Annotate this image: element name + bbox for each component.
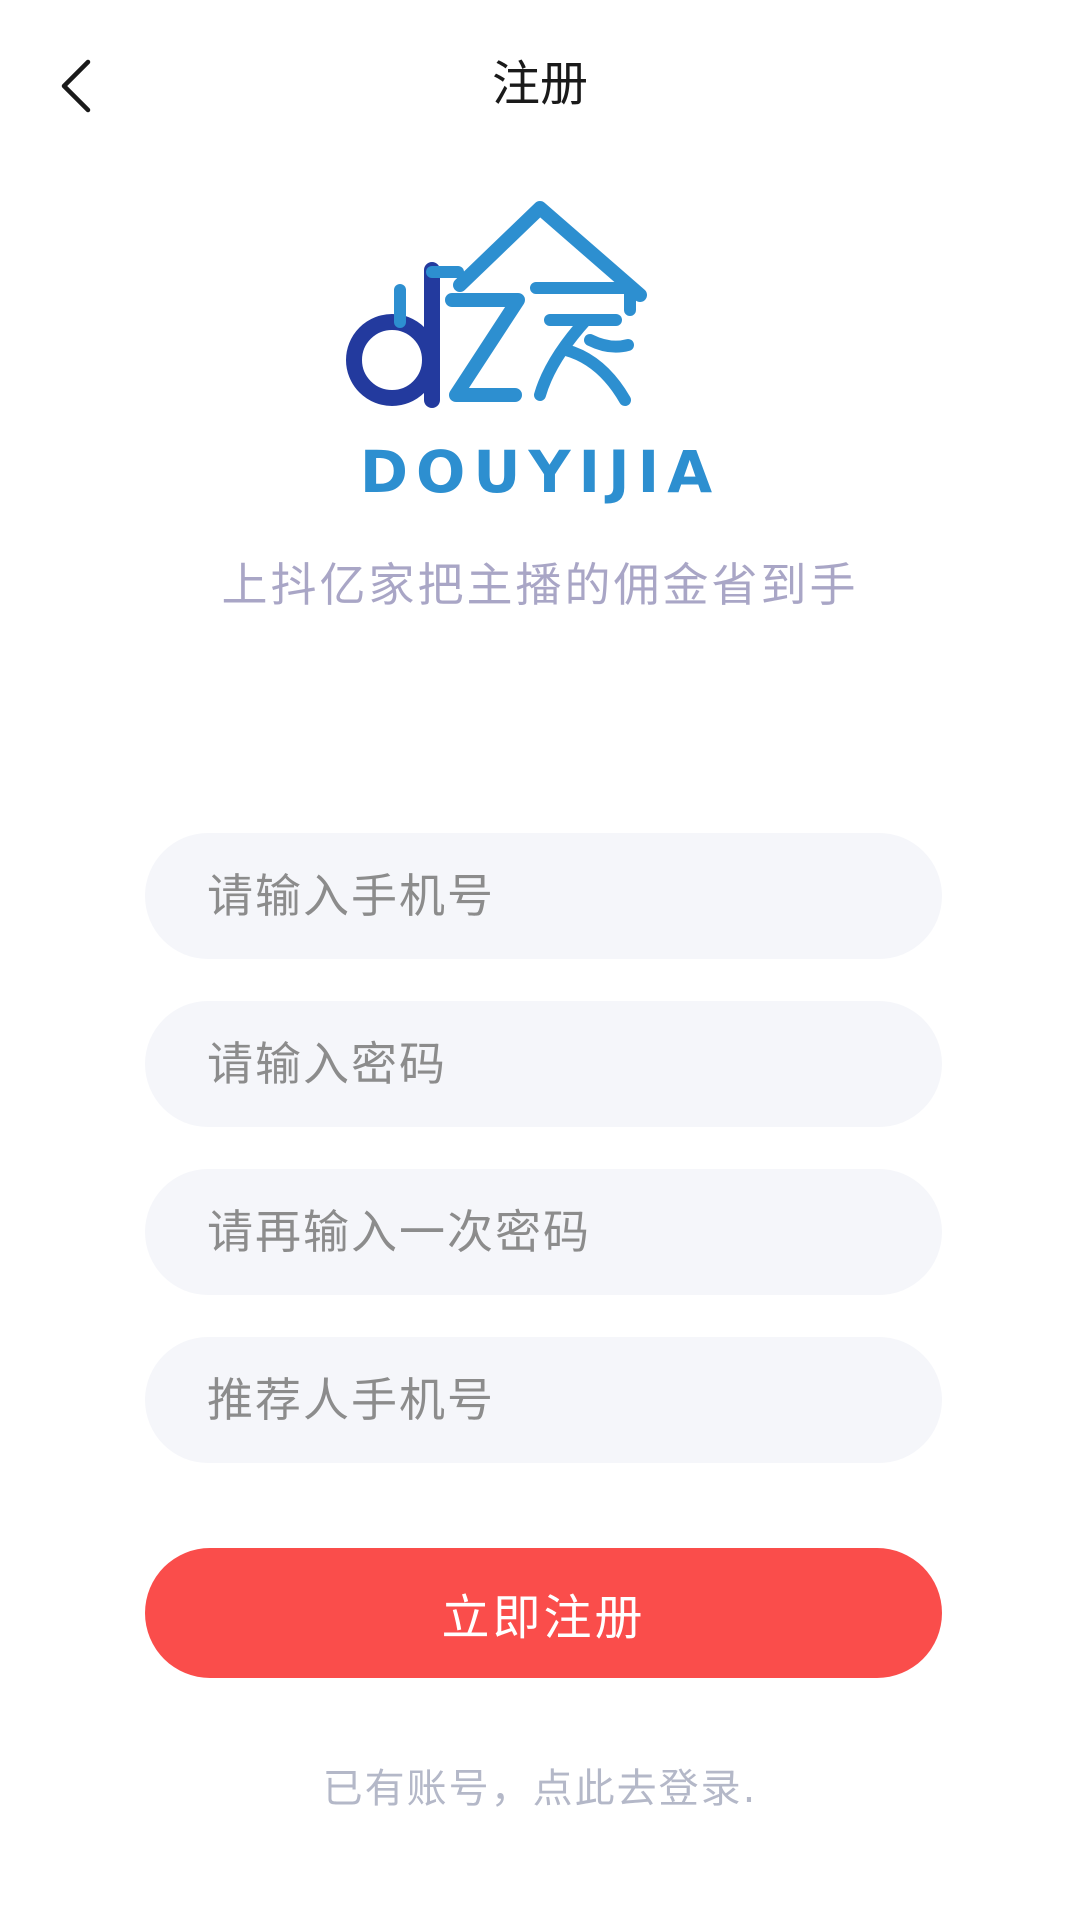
phone-field <box>145 833 942 959</box>
page-title: 注册 <box>491 56 588 112</box>
login-link[interactable]: 已有账号，点此去登录. <box>0 1762 1080 1816</box>
referrer-field <box>145 1337 942 1463</box>
logo-wordmark: DOUYIJIA <box>360 438 720 505</box>
register-screen: 注册 DOUYIJIA 上抖亿家把主播的佣金省到手 请输入手机号 推荐人手机号 … <box>0 0 1080 1920</box>
password-confirm-input[interactable] <box>205 1204 942 1260</box>
referrer-phone-input[interactable] <box>205 1372 942 1428</box>
phone-input[interactable] <box>205 868 942 924</box>
douyijia-logo: DOUYIJIA <box>340 200 740 505</box>
password-confirm-field <box>145 1169 942 1295</box>
password-input[interactable] <box>205 1036 942 1092</box>
slogan: 上抖亿家把主播的佣金省到手 <box>221 558 859 612</box>
register-button[interactable]: 立即注册 <box>145 1548 942 1678</box>
password-field <box>145 1001 942 1127</box>
nav-bar: 注册 <box>0 0 1080 170</box>
